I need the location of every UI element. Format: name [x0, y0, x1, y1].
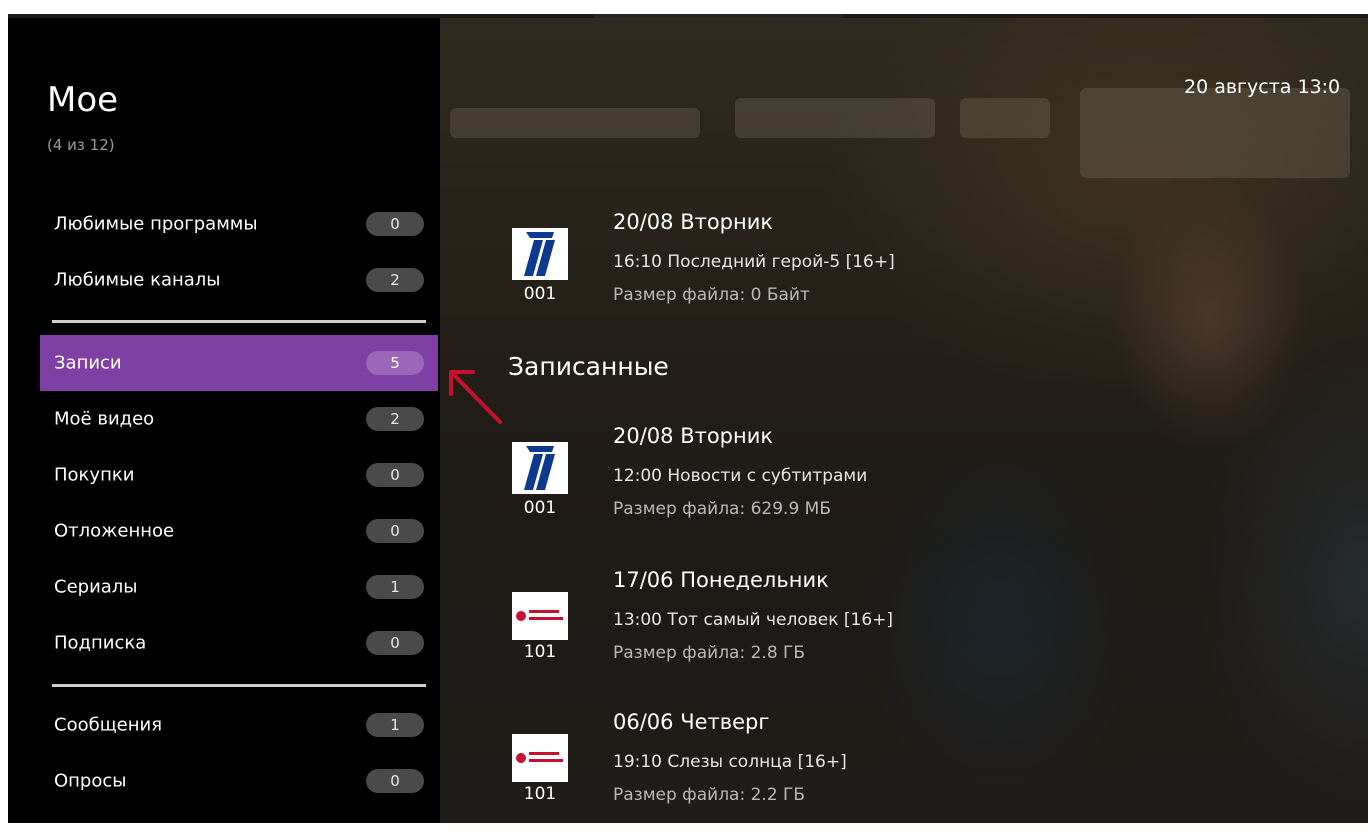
count-badge: 2 [366, 407, 424, 431]
background-shape [1080, 88, 1350, 178]
menu-item-purchases[interactable]: Покупки 0 [40, 447, 438, 503]
scheduled-recording-item[interactable]: 001 20/08 Вторник 16:10 Последний герой-… [512, 210, 1332, 334]
menu-item-label: Записи [54, 352, 122, 374]
red-channel-logo [512, 592, 568, 640]
menu-item-recordings[interactable]: Записи 5 [40, 335, 438, 391]
background-shape [450, 108, 700, 138]
menu-item-messages[interactable]: Сообщения 1 [40, 697, 438, 753]
recording-date: 20/08 Вторник [613, 210, 774, 234]
recording-date: 06/06 Четверг [613, 710, 770, 734]
count-badge: 1 [366, 575, 424, 599]
background-shape [960, 98, 1050, 138]
recorded-item[interactable]: 001 20/08 Вторник 12:00 Новости с субтит… [512, 424, 1332, 548]
red-channel-logo [512, 734, 568, 782]
file-size: Размер файла: 2.8 ГБ [613, 643, 806, 663]
count-badge: 2 [366, 268, 424, 292]
recording-date: 17/06 Понедельник [613, 568, 829, 592]
menu-item-label: Любимые программы [54, 213, 258, 235]
channel-one-logo [512, 442, 568, 494]
channel-number: 101 [523, 784, 557, 804]
recording-date: 20/08 Вторник [613, 424, 774, 448]
count-badge: 0 [366, 519, 424, 543]
menu-item-polls[interactable]: Опросы 0 [40, 753, 438, 809]
file-size: Размер файла: 0 Байт [613, 285, 810, 305]
menu-item-series[interactable]: Сериалы 1 [40, 559, 438, 615]
program-title: 16:10 Последний герой-5 [16+] [613, 252, 895, 272]
channel-number: 101 [523, 642, 557, 662]
count-badge: 0 [366, 463, 424, 487]
menu-item-favorite-programs[interactable]: Любимые программы 0 [40, 196, 438, 252]
date-time: 20 августа 13:0 [1184, 76, 1341, 98]
menu-item-deferred[interactable]: Отложенное 0 [40, 503, 438, 559]
program-title: 12:00 Новости с субтитрами [613, 466, 868, 486]
background-shape [735, 98, 935, 138]
count-badge: 1 [366, 713, 424, 737]
section-title: Записанные [508, 352, 669, 381]
menu-item-label: Отложенное [54, 520, 175, 542]
channel-number: 001 [523, 498, 557, 518]
program-title: 19:10 Слезы солнца [16+] [613, 752, 847, 772]
menu-item-label: Любимые каналы [54, 269, 221, 291]
menu-item-label: Покупки [54, 464, 135, 486]
file-size: Размер файла: 2.2 ГБ [613, 785, 806, 805]
count-badge: 0 [366, 769, 424, 793]
menu-item-subscription[interactable]: Подписка 0 [40, 615, 438, 671]
program-title: 13:00 Тот самый человек [16+] [613, 610, 894, 630]
menu-item-label: Моё видео [54, 408, 155, 430]
annotation-arrow-icon [449, 370, 502, 424]
count-badge: 0 [366, 212, 424, 236]
menu-divider [52, 320, 426, 323]
menu-item-label: Подписка [54, 632, 147, 654]
channel-one-logo [512, 228, 568, 280]
count-badge: 0 [366, 631, 424, 655]
sidebar-count: (4 из 12) [47, 136, 115, 154]
menu-item-label: Сообщения [54, 714, 163, 736]
menu-divider [52, 684, 426, 687]
menu-item-label: Опросы [54, 770, 127, 792]
menu-item-label: Сериалы [54, 576, 138, 598]
recorded-item[interactable]: 101 17/06 Понедельник 13:00 Тот самый че… [512, 568, 1332, 692]
count-badge: 5 [366, 351, 424, 375]
recorded-item[interactable]: 101 06/06 Четверг 19:10 Слезы солнца [16… [512, 710, 1332, 834]
menu-item-favorite-channels[interactable]: Любимые каналы 2 [40, 252, 438, 308]
channel-number: 001 [523, 284, 557, 304]
file-size: Размер файла: 629.9 МБ [613, 499, 832, 519]
sidebar-title: Мое [47, 80, 119, 120]
menu-item-my-video[interactable]: Моё видео 2 [40, 391, 438, 447]
background-video [440, 18, 1368, 823]
